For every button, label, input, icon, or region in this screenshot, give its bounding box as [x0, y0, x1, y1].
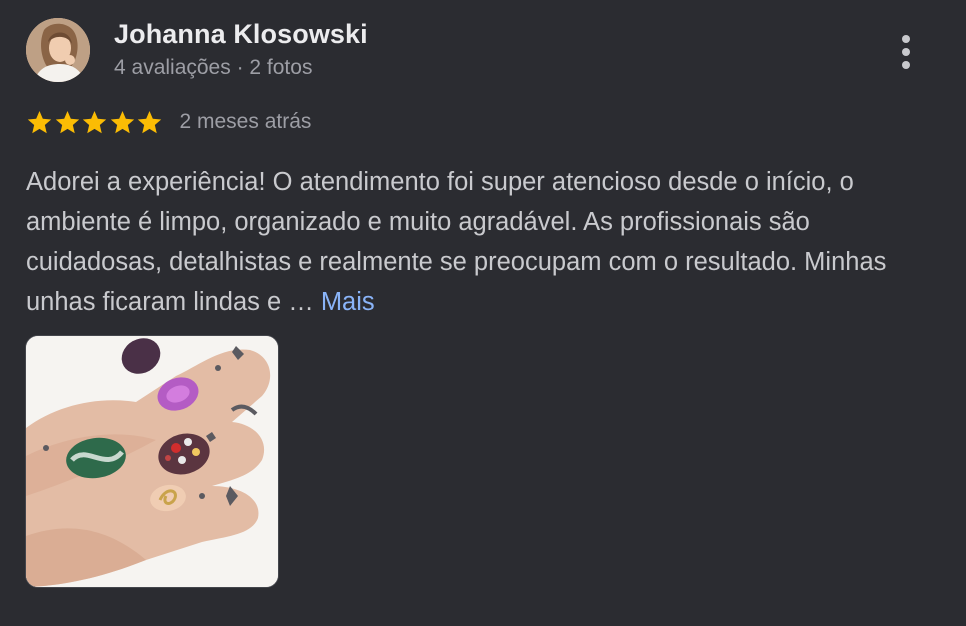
reviewer-meta: 4 avaliações · 2 fotos — [114, 56, 313, 79]
review-photo[interactable] — [26, 336, 278, 587]
review-card: Johanna Klosowski 4 avaliações · 2 fotos… — [0, 0, 966, 626]
more-options-button[interactable] — [886, 30, 926, 74]
review-text: Adorei a experiência! O atendimento foi … — [26, 162, 941, 322]
avatar-image — [26, 18, 90, 82]
more-vert-icon-dot — [902, 48, 910, 56]
more-vert-icon-dot — [902, 61, 910, 69]
review-date: 2 meses atrás — [179, 110, 312, 133]
star-icon — [110, 110, 134, 133]
reviewer-name[interactable]: Johanna Klosowski — [114, 19, 368, 50]
star-icon — [27, 110, 52, 133]
more-link[interactable]: Mais — [321, 288, 375, 316]
rating-row: 2 meses atrás — [26, 107, 311, 137]
reviewer-avatar[interactable] — [26, 18, 90, 82]
review-body: Adorei a experiência! O atendimento foi … — [26, 168, 887, 316]
star-icon — [137, 110, 162, 133]
star-icon — [82, 110, 107, 133]
more-vert-icon — [902, 35, 910, 43]
nail-photo-image — [26, 336, 278, 587]
star-rating — [26, 109, 164, 136]
star-icon — [55, 110, 79, 133]
